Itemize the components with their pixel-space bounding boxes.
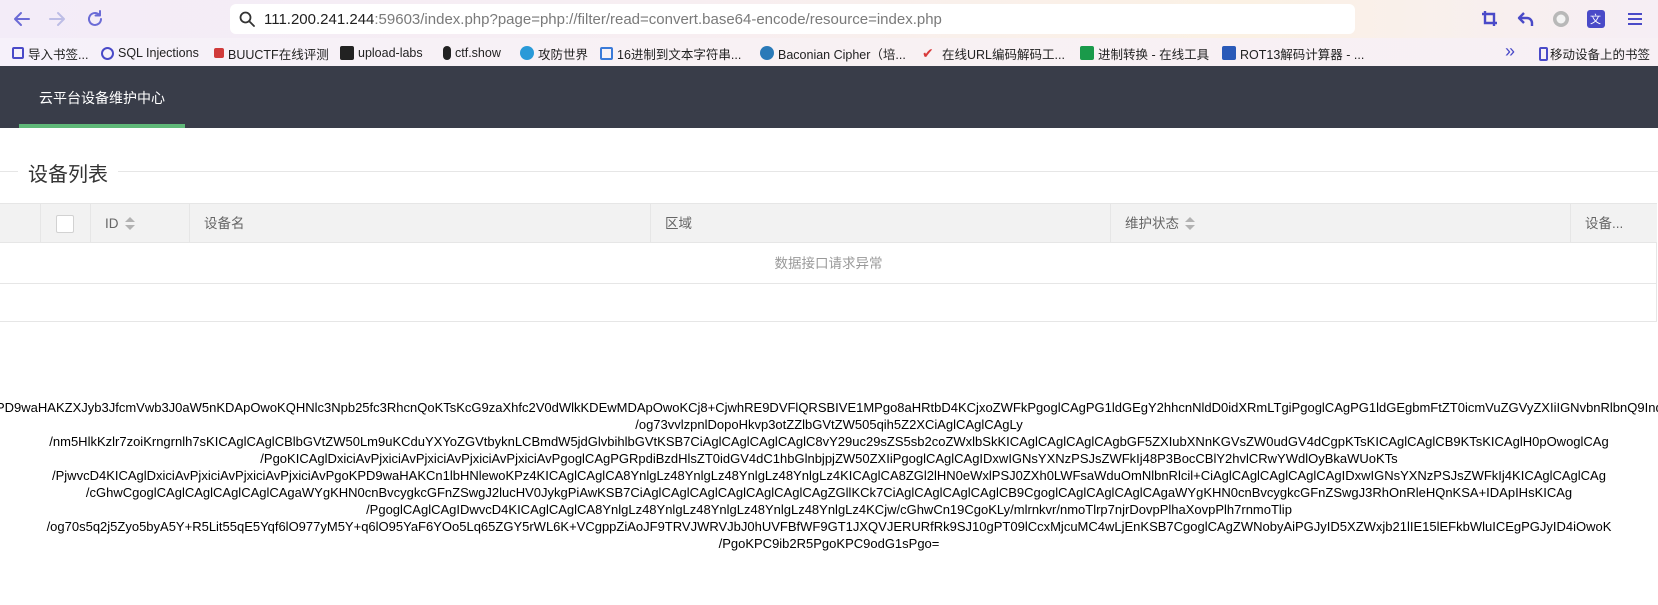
column-label: ID xyxy=(105,216,119,231)
base64-line: /og73vvlzpnlDopoHkvp3otZZlbGVtZW505qih5Z… xyxy=(635,417,1023,432)
column-device-more: 设备... xyxy=(1571,204,1657,243)
check-icon: ✔ xyxy=(922,45,934,61)
base64-line: /nm5HlkKzlr7zoiKrngrnlh7sKICAglCAglCBlbG… xyxy=(49,434,1609,449)
bookmark-label: 导入书签... xyxy=(28,47,89,62)
bookmark-label: 16进制到文本字符串... xyxy=(617,47,742,62)
bookmark-label: ROT13解码计算器 - ... xyxy=(1240,47,1365,62)
column-label: 维护状态 xyxy=(1125,216,1179,231)
bookmark-label: 在线URL编码解码工... xyxy=(942,47,1065,62)
calc-icon xyxy=(1222,46,1236,60)
crop-icon[interactable] xyxy=(1480,9,1500,29)
bookmark-label: upload-labs xyxy=(358,46,423,60)
table-header-spacer xyxy=(0,204,41,243)
bookmark-url-encode[interactable]: ✔ 在线URL编码解码工... xyxy=(922,44,1065,62)
bookmark-label: ctf.show xyxy=(455,46,501,60)
app-header: 云平台设备维护中心 xyxy=(0,66,1658,128)
bookmark-baconian-cipher[interactable]: Baconian Cipher（培... xyxy=(760,44,906,62)
record-icon[interactable] xyxy=(1551,9,1571,29)
url-text[interactable]: 111.200.241.244:59603/index.php?page=php… xyxy=(264,11,942,28)
bookmark-buuctf[interactable]: BUUCTF在线评测 xyxy=(214,44,329,62)
bookmark-base-convert[interactable]: 进制转换 - 在线工具 xyxy=(1080,44,1209,62)
sort-icon[interactable] xyxy=(124,217,135,231)
column-device-name: 设备名 xyxy=(190,204,651,243)
empty-message: 数据接口请求异常 xyxy=(0,244,1657,284)
back-icon[interactable] xyxy=(11,8,33,30)
base64-line: /PgoglCAglCAgIDwvcD4KICAglCAglCA8YnlgLz4… xyxy=(366,502,1292,517)
url-host: 111.200.241.244 xyxy=(264,11,375,28)
base64-line: PD9waHAKZXJyb3JfcmVwb3J0aW5nKDApOwoKQHNl… xyxy=(0,400,1658,415)
globe-icon xyxy=(101,46,114,60)
folder-icon xyxy=(340,46,354,60)
translate-icon[interactable]: 文 xyxy=(1586,9,1606,29)
column-maintenance-status[interactable]: 维护状态 xyxy=(1111,204,1571,243)
section-divider xyxy=(0,171,1658,172)
bookmark-sql-injections[interactable]: SQL Injections xyxy=(101,44,199,62)
address-bar[interactable]: 111.200.241.244:59603/index.php?page=php… xyxy=(230,4,1355,34)
buuctf-icon xyxy=(214,48,224,58)
base64-line: /og70s5q2j5Zyo5byA5Y+R5Lit55qE5Yqf6lO977… xyxy=(46,519,1612,534)
bookmark-ctfshow[interactable]: ctf.show xyxy=(443,44,501,62)
bookmarks-bar: 导入书签... SQL Injections BUUCTF在线评测 upload… xyxy=(0,38,1658,66)
reload-icon[interactable] xyxy=(84,8,106,30)
select-all-checkbox[interactable] xyxy=(56,215,74,233)
bookmark-label: 攻防世界 xyxy=(538,47,589,62)
column-label: 区域 xyxy=(665,216,692,231)
browser-toolbar: 111.200.241.244:59603/index.php?page=php… xyxy=(0,0,1658,38)
column-label: 设备名 xyxy=(204,216,245,231)
base64-line: /PjwvcD4KICAglDxiciAvPjxiciAvPjxiciAvPjx… xyxy=(52,468,1606,483)
table-header: ID 设备名 区域 维护状态 设备... xyxy=(0,204,1657,243)
bookmark-rot13[interactable]: ROT13解码计算器 - ... xyxy=(1222,44,1364,62)
bookmark-label: 移动设备上的书签 xyxy=(1549,48,1650,62)
search-icon xyxy=(238,10,256,28)
b-icon xyxy=(600,46,613,60)
device-table: ID 设备名 区域 维护状态 设备... 数据接口请求异常 xyxy=(0,203,1657,322)
bookmark-label: 进制转换 - 在线工具 xyxy=(1098,47,1210,62)
chevron-double-right-icon[interactable]: » xyxy=(1505,41,1515,62)
menu-icon[interactable] xyxy=(1625,9,1645,29)
import-icon xyxy=(12,47,24,59)
url-path: :59603/index.php?page=php://filter/read=… xyxy=(374,11,942,28)
column-region: 区域 xyxy=(651,204,1111,243)
bookmark-hex-to-text[interactable]: 16进制到文本字符串... xyxy=(600,44,741,62)
bookmark-label: SQL Injections xyxy=(118,46,199,60)
bookmark-adworld[interactable]: 攻防世界 xyxy=(520,44,588,62)
base64-line: /cGhwCgoglCAglCAglCAglCAglCAgaWYgKHN0cnB… xyxy=(85,485,1573,500)
mobile-icon xyxy=(1538,46,1548,61)
bacon-icon xyxy=(760,46,774,60)
runner-icon xyxy=(443,46,451,60)
svg-text:文: 文 xyxy=(1590,12,1601,26)
forward-icon[interactable] xyxy=(46,8,68,30)
bookmark-label: BUUCTF在线评测 xyxy=(228,47,329,62)
base64-output: PD9waHAKZXJyb3JfcmVwb3J0aW5nKDApOwoKQHNl… xyxy=(0,399,1658,552)
undo-icon[interactable] xyxy=(1516,9,1536,29)
swirl-icon xyxy=(520,46,534,60)
base64-line: /PgoKPC9ib2R5PgoKPC9odG1sPgo= xyxy=(718,536,940,551)
bookmark-import[interactable]: 导入书签... xyxy=(12,44,88,62)
bookmark-mobile[interactable]: 移动设备上的书签 xyxy=(1538,44,1650,63)
bookmark-upload-labs[interactable]: upload-labs xyxy=(340,44,423,62)
sort-icon[interactable] xyxy=(1185,217,1195,231)
section-title: 设备列表 xyxy=(18,158,118,187)
column-id[interactable]: ID xyxy=(91,204,190,243)
bookmark-label: Baconian Cipher（培... xyxy=(778,47,906,62)
active-tab-indicator xyxy=(19,124,185,128)
tab-device-center[interactable]: 云平台设备维护中心 xyxy=(19,66,185,128)
column-label: 设备... xyxy=(1585,216,1624,231)
table-header-checkbox xyxy=(41,204,91,243)
base64-line: /PgoKICAglDxiciAvPjxiciAvPjxiciAvPjxiciA… xyxy=(260,451,1398,466)
t-icon xyxy=(1080,46,1094,60)
